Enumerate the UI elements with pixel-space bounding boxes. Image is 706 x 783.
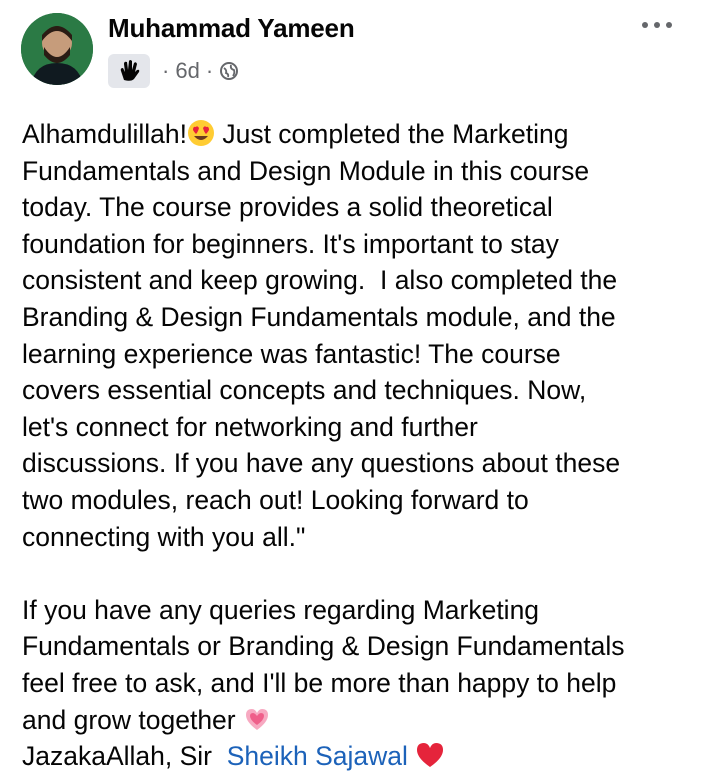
red-heart-emoji [417, 743, 444, 768]
sparkling-heart-emoji [245, 708, 268, 730]
post-paragraph-1: Just completed the Marketing Fundamental… [22, 119, 621, 552]
avatar-photo [21, 13, 93, 85]
post-text: Alhamdulillah! Just completed the Market… [22, 116, 687, 775]
post-text-start: Alhamdulillah! [22, 119, 187, 149]
meta-separator: · [162, 58, 170, 83]
dot-icon [642, 22, 648, 28]
author-avatar[interactable] [21, 13, 93, 85]
waving-hand-icon[interactable] [108, 54, 150, 88]
closing-prefix: JazakaAllah, Sir [22, 741, 213, 772]
post-meta: · 6d · [108, 54, 239, 88]
post-paragraph-2: If you have any queries regarding Market… [22, 594, 625, 735]
mention-link[interactable]: Sheikh Sajawal [227, 741, 408, 771]
author-name[interactable]: Muhammad Yameen [108, 13, 355, 44]
dot-icon [654, 22, 660, 28]
meta-separator-2: · [205, 58, 214, 83]
post-timestamp[interactable]: 6d [175, 58, 199, 84]
more-options-icon[interactable] [642, 17, 672, 33]
closing-suffix [408, 741, 415, 771]
globe-icon[interactable] [219, 61, 239, 81]
dot-icon [666, 22, 672, 28]
heart-eyes-emoji [187, 120, 214, 146]
